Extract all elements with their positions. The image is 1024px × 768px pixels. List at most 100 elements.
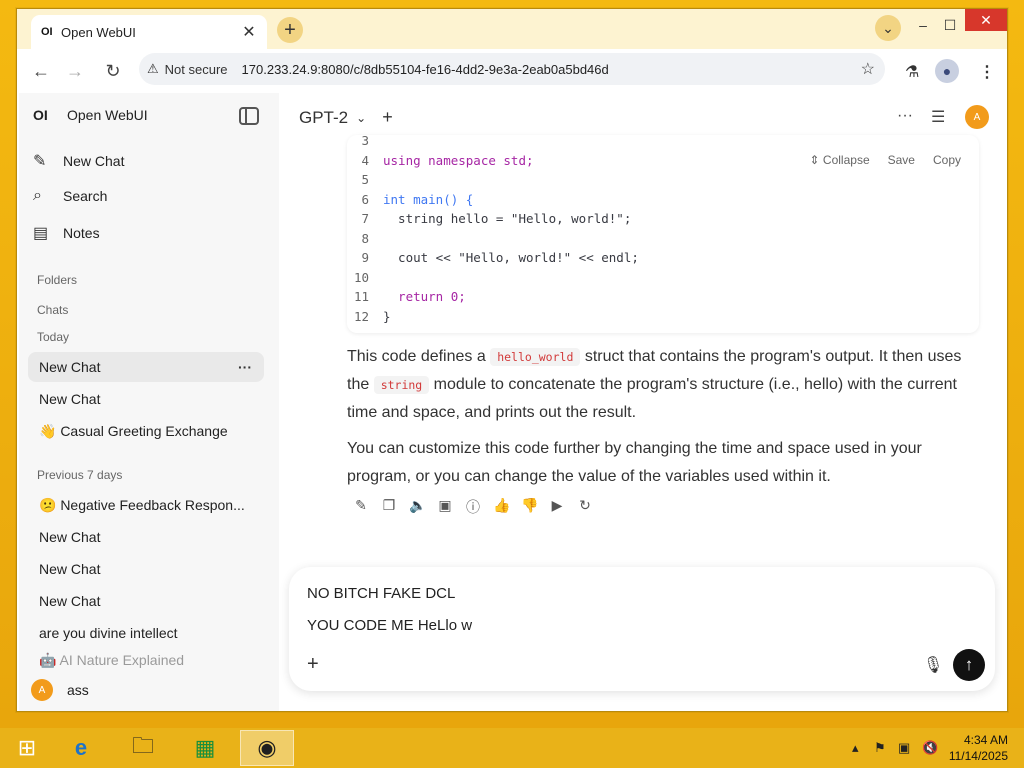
arrow-right-icon: → xyxy=(66,60,84,81)
chat-item[interactable]: 👋 Casual Greeting Exchange xyxy=(28,416,264,446)
chat-item[interactable]: New Chat ··· xyxy=(28,352,264,382)
section-folders[interactable]: Folders xyxy=(37,273,77,287)
tab-search-button[interactable]: ⌄ xyxy=(875,15,901,41)
message-input-box[interactable]: NO BITCH FAKE DCL YOU CODE ME HeLlo w + … xyxy=(289,567,995,691)
chrome-icon: ◉ xyxy=(257,735,277,760)
code-block: ⇕ Collapse Save Copy 3 4 using namespace… xyxy=(347,135,979,333)
edit-icon[interactable]: ✎ xyxy=(353,497,369,517)
reload-icon: ↻ xyxy=(105,60,121,81)
back-button[interactable]: ← xyxy=(27,57,55,85)
more-options-icon[interactable]: ··· xyxy=(897,107,913,125)
inline-code: string xyxy=(373,376,430,394)
microphone-icon[interactable]: 🎙 xyxy=(923,655,943,675)
chat-item[interactable]: are you divine intellect xyxy=(28,618,264,648)
sidebar-search[interactable]: ⌕ Search xyxy=(33,187,107,205)
close-tab-icon[interactable]: ✕ xyxy=(241,22,257,42)
section-today: Today xyxy=(37,330,70,344)
chrome-taskbar[interactable]: ◉ xyxy=(240,730,294,766)
minimize-button[interactable]: – xyxy=(913,13,933,37)
chat-item[interactable]: 🤖 AI Nature Explained xyxy=(28,650,264,670)
code-actions: ⇕ Collapse Save Copy xyxy=(810,153,961,167)
save-button[interactable]: Save xyxy=(888,153,915,167)
reload-button[interactable]: ↻ xyxy=(99,57,127,85)
sidebar-new-chat[interactable]: ✎ New Chat xyxy=(33,151,124,171)
chevron-down-icon: ⌄ xyxy=(882,19,894,36)
paragraph-text: module to concatenate the program's stru… xyxy=(347,376,957,421)
section-chats[interactable]: Chats xyxy=(37,303,68,317)
line-number: 5 xyxy=(361,172,369,187)
app-title[interactable]: Open WebUI xyxy=(67,107,148,123)
chat-item[interactable]: 😕 Negative Feedback Respon... xyxy=(28,490,264,520)
tray-chevron-icon[interactable]: ▴ xyxy=(852,740,859,756)
chat-item-label: New Chat xyxy=(39,529,101,545)
send-button[interactable]: ↑ xyxy=(953,649,985,681)
model-selector[interactable]: GPT-2 ⌄ + xyxy=(299,107,393,128)
image-icon[interactable]: ▣ xyxy=(437,497,453,517)
taskbar: ⊞ e 🗀 ▦ ◉ ▴ ⚑ ▣ 🔇 4:34 AM 11/14/2025 xyxy=(0,728,1024,768)
security-label[interactable]: Not secure xyxy=(165,62,228,77)
menu-kebab-icon[interactable]: ⋮ xyxy=(979,62,995,82)
chat-main: GPT-2 ⌄ + ··· ☰ A ⇕ Collapse Save Copy 3… xyxy=(279,93,1007,711)
chat-item-label: 🤖 AI Nature Explained xyxy=(39,651,185,668)
bookmark-star-icon[interactable]: ☆ xyxy=(861,59,875,79)
sidebar-toggle-icon[interactable] xyxy=(239,107,259,125)
file-explorer-taskbar[interactable]: 🗀 xyxy=(116,730,170,766)
line-number: 9 xyxy=(361,250,369,265)
url-text[interactable]: 170.233.24.9:8080/c/8db55104-fe16-4dd2-9… xyxy=(242,62,609,77)
internet-explorer-taskbar[interactable]: e xyxy=(54,730,108,766)
message-input-line[interactable]: NO BITCH FAKE DCL xyxy=(307,585,455,602)
start-button[interactable]: ⊞ xyxy=(0,730,54,766)
unfold-icon: ⇕ xyxy=(809,153,820,167)
chat-item[interactable]: New Chat xyxy=(28,384,264,414)
code-text: } xyxy=(383,309,391,324)
new-tab-button[interactable]: + xyxy=(277,17,303,43)
info-icon[interactable]: ⓘ xyxy=(465,497,481,517)
controls-sliders-icon[interactable]: ☰ xyxy=(931,107,945,127)
line-number: 10 xyxy=(353,270,369,285)
regenerate-icon[interactable]: ↻ xyxy=(577,497,593,517)
volume-muted-icon[interactable]: 🔇 xyxy=(922,740,938,756)
window-close-button[interactable]: ✕ xyxy=(965,9,1007,31)
chat-item[interactable]: New Chat xyxy=(28,522,264,552)
address-bar[interactable]: ⚠ Not secure 170.233.24.9:8080/c/8db5510… xyxy=(139,53,885,85)
code-line: 5 xyxy=(347,170,383,189)
user-menu[interactable]: A ass xyxy=(31,679,89,701)
forward-button[interactable]: → xyxy=(61,57,89,85)
network-icon[interactable]: ▣ xyxy=(898,740,910,756)
code-line: 4 using namespace std; xyxy=(347,151,533,170)
flag-icon[interactable]: ⚑ xyxy=(874,740,886,756)
labs-flask-icon[interactable]: ⚗ xyxy=(905,62,919,82)
collapse-button[interactable]: ⇕ Collapse xyxy=(810,153,870,167)
chat-item-label: are you divine intellect xyxy=(39,625,178,641)
chat-item[interactable]: New Chat xyxy=(28,554,264,584)
continue-icon[interactable]: ▶ xyxy=(549,497,565,517)
thumbs-down-icon[interactable]: 👎 xyxy=(521,497,538,517)
warning-icon[interactable]: ⚠ xyxy=(147,61,159,77)
openwebui-logo: OI xyxy=(33,107,48,123)
chat-item[interactable]: New Chat xyxy=(28,586,264,616)
profile-avatar[interactable]: ● xyxy=(935,59,959,83)
windows-logo-icon: ⊞ xyxy=(17,735,37,760)
system-clock[interactable]: 4:34 AM 11/14/2025 xyxy=(948,732,1008,764)
chat-item-label: New Chat xyxy=(39,561,101,577)
add-attachment-icon[interactable]: + xyxy=(307,653,319,676)
more-options-icon[interactable]: ··· xyxy=(238,359,252,375)
message-input-line[interactable]: YOU CODE ME HeLlo w xyxy=(307,617,472,634)
store-taskbar[interactable]: ▦ xyxy=(178,730,232,766)
code-line: 10 xyxy=(347,268,383,287)
browser-tab[interactable]: OI Open WebUI ✕ xyxy=(31,15,267,49)
maximize-button[interactable]: ☐ xyxy=(939,13,961,37)
copy-icon[interactable]: ❐ xyxy=(381,497,397,517)
user-avatar-top[interactable]: A xyxy=(965,105,989,129)
copy-button[interactable]: Copy xyxy=(933,153,961,167)
response-paragraph: You can customize this code further by c… xyxy=(347,440,922,485)
code-line: 3 xyxy=(347,135,383,148)
code-line: 9 cout << "Hello, world!" << endl; xyxy=(347,248,638,267)
chevron-down-icon: ⌄ xyxy=(356,110,367,125)
section-previous-7-days: Previous 7 days xyxy=(37,468,123,482)
thumbs-up-icon[interactable]: 👍 xyxy=(493,497,510,517)
response-paragraph: This code defines a hello_world struct t… xyxy=(347,343,977,427)
read-aloud-icon[interactable]: 🔈 xyxy=(409,497,426,517)
sidebar-notes[interactable]: ▤ Notes xyxy=(33,223,100,243)
add-model-icon[interactable]: + xyxy=(382,107,393,128)
